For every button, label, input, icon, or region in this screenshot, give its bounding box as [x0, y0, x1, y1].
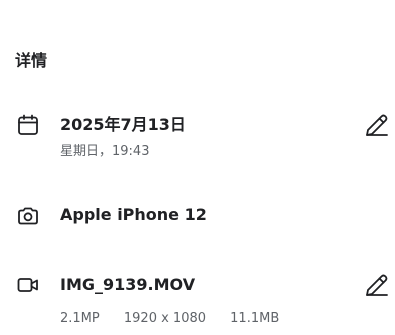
video-icon [16, 273, 40, 297]
edit-filename-button[interactable] [364, 272, 390, 298]
date-row: 2025年7月13日 星期日，19:43 [0, 112, 395, 164]
file-size: 11.1MB [230, 311, 280, 326]
file-title: IMG_9139.MOV [60, 275, 196, 294]
pencil-icon [366, 114, 388, 136]
file-megapixels: 2.1MP [60, 311, 100, 326]
details-heading: 详情 [15, 51, 48, 70]
date-title: 2025年7月13日 [60, 115, 186, 134]
file-resolution: 1920 x 1080 [123, 311, 207, 326]
date-subtitle: 星期日，19:43 [60, 144, 150, 159]
camera-title: Apple iPhone 12 [60, 205, 207, 224]
camera-icon [16, 204, 40, 228]
camera-row: Apple iPhone 12 [0, 203, 395, 229]
calendar-icon [16, 113, 40, 137]
pencil-icon [366, 274, 388, 296]
file-meta: 2.1MP 1920 x 1080 11.1MB [60, 310, 279, 328]
file-row: IMG_9139.MOV 2.1MP 1920 x 1080 11.1MB [0, 272, 395, 332]
edit-date-button[interactable] [364, 112, 390, 138]
